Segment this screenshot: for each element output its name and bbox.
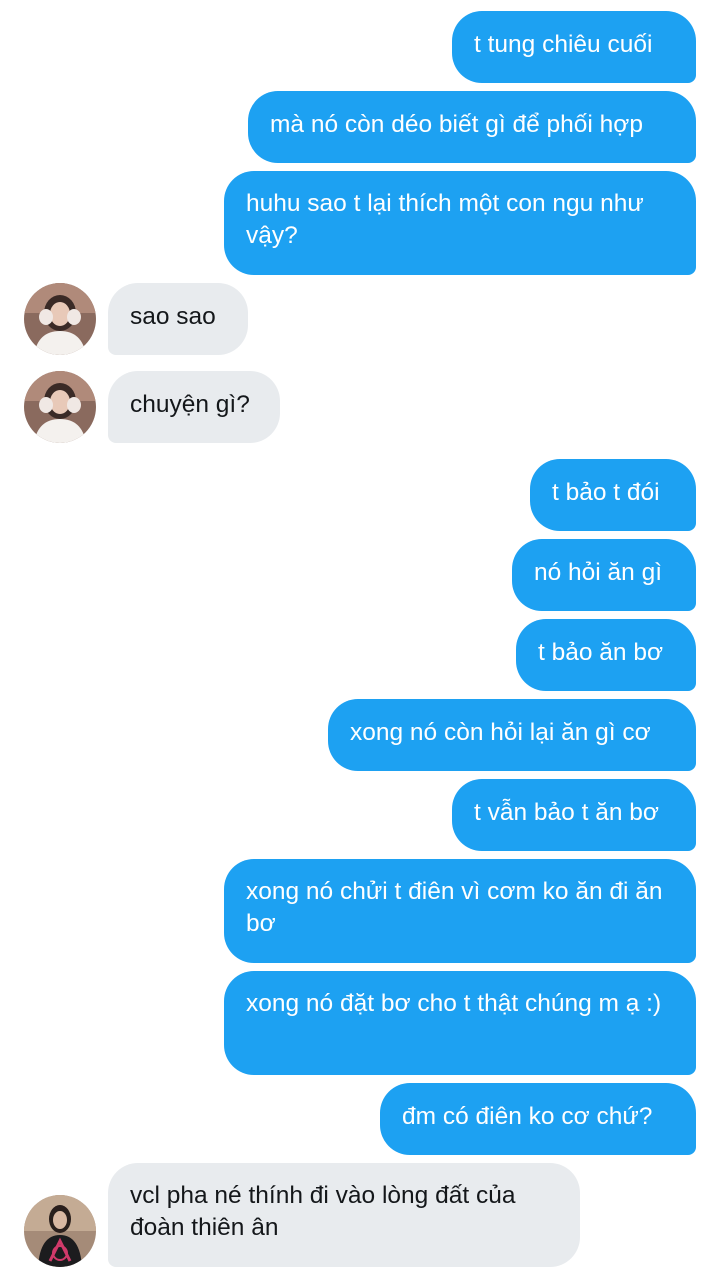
outgoing-message[interactable]: t vẫn bảo t ăn bơ: [452, 779, 696, 851]
message-text: t tung chiêu cuối: [474, 31, 653, 58]
user-a-avatar-icon: [24, 283, 96, 355]
outgoing-message[interactable]: xong nó chửi t điên vì cơm ko ăn đi ăn b…: [224, 859, 696, 963]
user-avatar[interactable]: [24, 371, 96, 443]
incoming-message[interactable]: vcl pha né thính đi vào lòng đất của đoà…: [108, 1163, 580, 1267]
outgoing-message[interactable]: nó hỏi ăn gì: [512, 539, 696, 611]
outgoing-message[interactable]: huhu sao t lại thích một con ngu như vậy…: [224, 171, 696, 275]
message-text: đm có điên ko cơ chứ?: [402, 1103, 653, 1130]
outgoing-message[interactable]: t bảo t đói: [530, 459, 696, 531]
message-text: nó hỏi ăn gì: [534, 559, 663, 586]
incoming-message[interactable]: sao sao: [108, 283, 248, 355]
message-text: t bảo t đói: [552, 479, 660, 506]
user-a-avatar-icon: [24, 371, 96, 443]
user-avatar[interactable]: [24, 283, 96, 355]
user-avatar[interactable]: [24, 1195, 96, 1267]
message-text: vcl pha né thính đi vào lòng đất của đoà…: [130, 1182, 516, 1241]
message-thread: t tung chiêu cuối mà nó còn déo biết gì …: [0, 0, 719, 1276]
message-text: xong nó đặt bơ cho t thật chúng m ạ :): [246, 990, 662, 1017]
outgoing-message[interactable]: xong nó còn hỏi lại ăn gì cơ: [328, 699, 696, 771]
message-text: xong nó còn hỏi lại ăn gì cơ: [350, 719, 651, 746]
message-text: t bảo ăn bơ: [538, 639, 664, 666]
outgoing-message[interactable]: đm có điên ko cơ chứ?: [380, 1083, 696, 1155]
outgoing-message[interactable]: mà nó còn déo biết gì để phối hợp: [248, 91, 696, 163]
incoming-message[interactable]: chuyện gì?: [108, 371, 280, 443]
outgoing-message[interactable]: t tung chiêu cuối: [452, 11, 696, 83]
message-text: mà nó còn déo biết gì để phối hợp: [270, 111, 643, 138]
outgoing-message[interactable]: t bảo ăn bơ: [516, 619, 696, 691]
outgoing-message[interactable]: xong nó đặt bơ cho t thật chúng m ạ :): [224, 971, 696, 1075]
message-text: chuyện gì?: [130, 391, 250, 418]
message-text: t vẫn bảo t ăn bơ: [474, 799, 659, 826]
message-text: xong nó chửi t điên vì cơm ko ăn đi ăn b…: [246, 878, 663, 937]
message-text: huhu sao t lại thích một con ngu như vậy…: [246, 190, 644, 249]
message-text: sao sao: [130, 303, 216, 330]
user-b-avatar-icon: [24, 1195, 96, 1267]
